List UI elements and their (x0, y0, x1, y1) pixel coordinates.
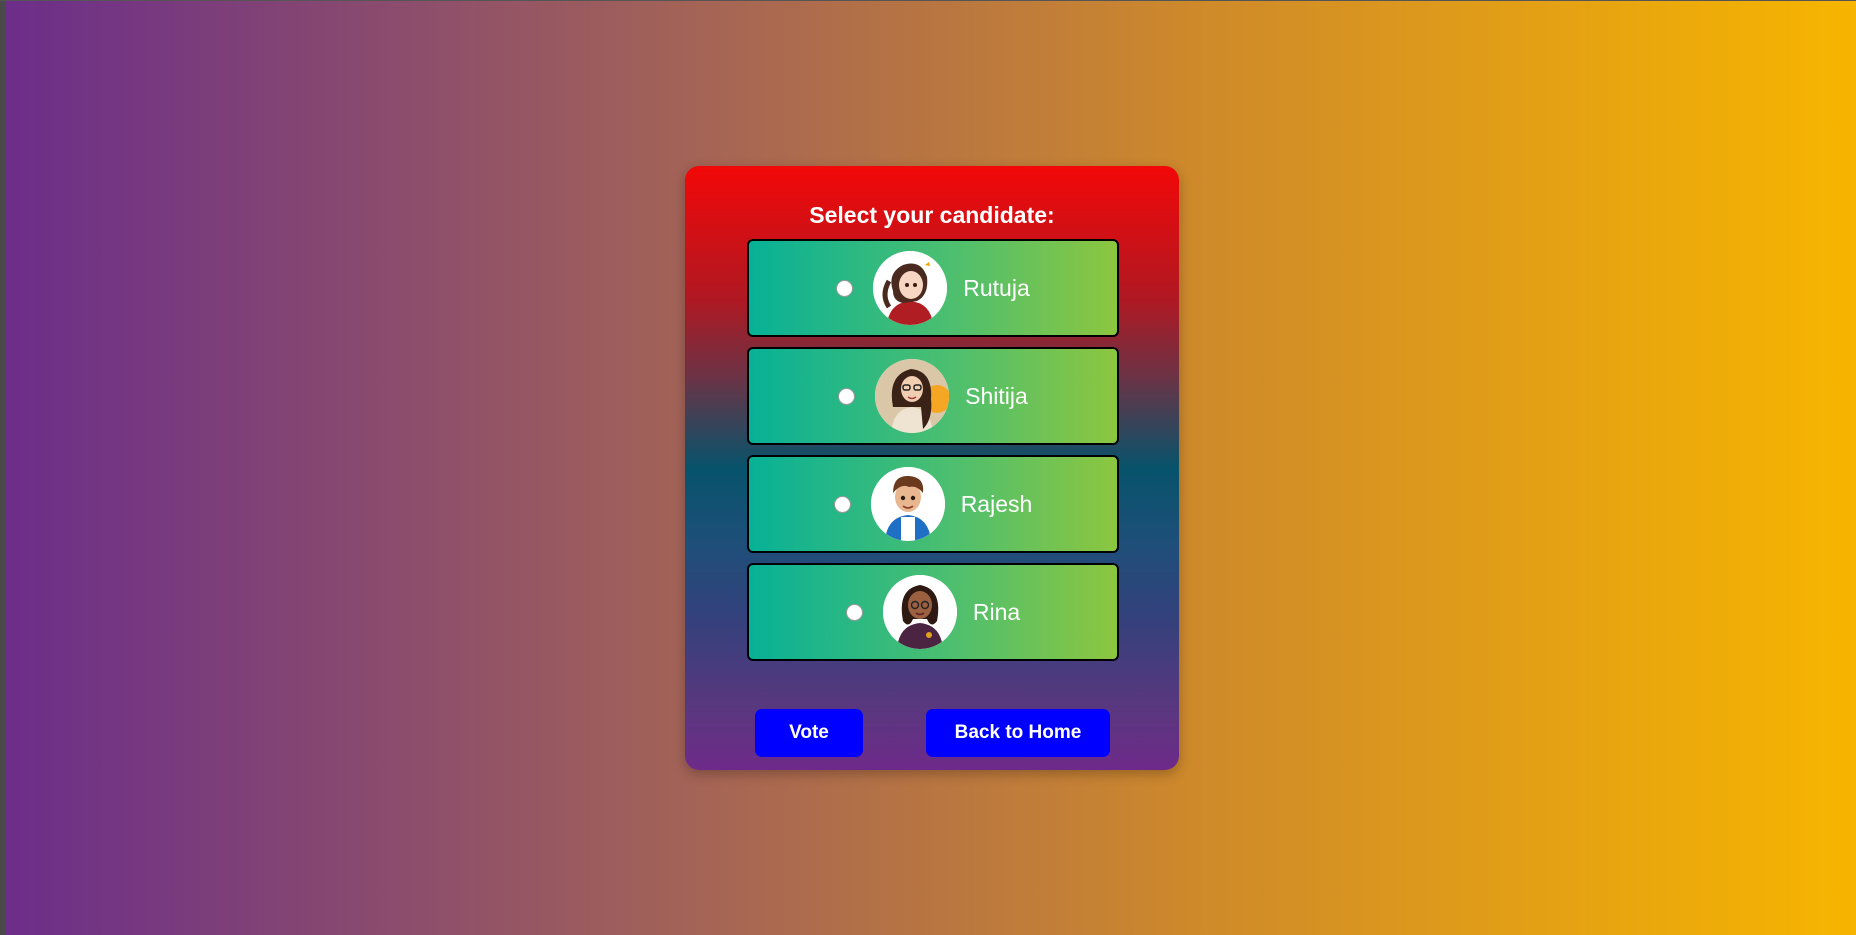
window-left-border (0, 0, 5, 935)
window-top-border (0, 0, 1856, 1)
candidate-avatar (873, 251, 948, 325)
voting-card: Select your candidate: Rutuja Shitija Ra… (685, 166, 1179, 770)
candidate-name: Rutuja (963, 274, 1030, 301)
form-title: Select your candidate: (809, 202, 1055, 228)
vote-button[interactable]: Vote (755, 709, 863, 757)
candidate-name: Shitija (965, 382, 1028, 409)
candidate-option-rutuja[interactable]: Rutuja (747, 239, 1119, 337)
candidate-name: Rina (972, 598, 1021, 625)
back-to-home-button[interactable]: Back to Home (926, 709, 1110, 757)
candidate-avatar (882, 575, 957, 649)
candidate-radio[interactable] (833, 495, 851, 513)
candidate-avatar (870, 467, 945, 541)
candidate-radio[interactable] (845, 603, 863, 621)
candidate-option-rajesh[interactable]: Rajesh (747, 455, 1119, 553)
candidate-option-shitija[interactable]: Shitija (747, 347, 1119, 445)
candidate-name: Rajesh (960, 490, 1033, 517)
candidate-avatar (875, 359, 950, 433)
candidate-radio[interactable] (838, 387, 856, 405)
candidate-radio[interactable] (836, 279, 854, 297)
candidate-option-rina[interactable]: Rina (747, 563, 1119, 661)
